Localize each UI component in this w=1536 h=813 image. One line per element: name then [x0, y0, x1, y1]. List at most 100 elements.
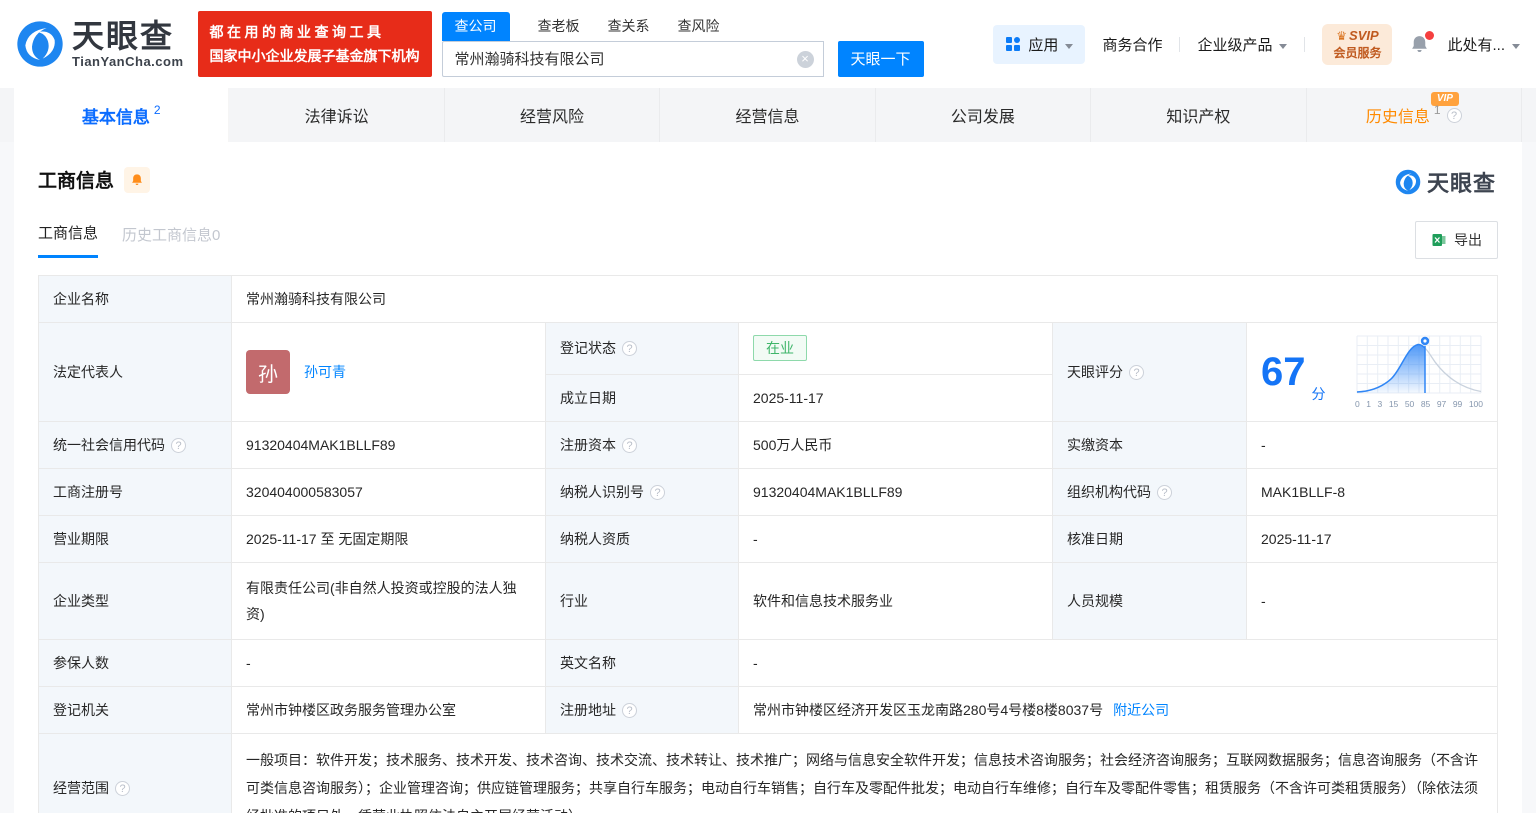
field-label: 企业名称 — [38, 275, 232, 323]
apps-label: 应用 — [1028, 34, 1073, 55]
help-icon[interactable] — [1446, 107, 1462, 123]
search-tab-risk[interactable]: 查风险 — [678, 12, 720, 41]
notification-dot — [1425, 30, 1435, 40]
field-label: 纳税人识别号 — [545, 468, 739, 516]
avatar[interactable]: 孙 — [246, 350, 290, 394]
apps-menu[interactable]: 应用 — [993, 24, 1086, 64]
nav-business-cooperation[interactable]: 商务合作 — [1102, 34, 1162, 55]
score-value: 67 — [1261, 350, 1306, 394]
brand-name: 天眼查 — [72, 17, 175, 54]
field-label-text: 天眼评分 — [1067, 364, 1123, 380]
nearby-companies-link[interactable]: 附近公司 — [1113, 702, 1169, 718]
subtab-history-business-info[interactable]: 历史工商信息0 — [122, 224, 220, 257]
tab-company-development[interactable]: 公司发展 — [876, 88, 1092, 142]
site-header: 天眼查 TianYanCha.com 都在用的商业查询工具 国家中小企业发展子基… — [0, 0, 1536, 88]
nav-enterprise-products[interactable]: 企业级产品 — [1197, 34, 1287, 55]
reg-authority-value: 常州市钟楼区政务服务管理办公室 — [231, 686, 546, 734]
company-type-value: 有限责任公司(非自然人投资或控股的法人独资) — [231, 562, 546, 640]
field-label-text: 纳税人识别号 — [560, 484, 644, 500]
promo-banner: 都在用的商业查询工具 国家中小企业发展子基金旗下机构 — [197, 11, 432, 77]
help-icon[interactable] — [650, 485, 665, 500]
field-label: 人员规模 — [1052, 562, 1247, 640]
field-label: 注册资本 — [545, 421, 739, 469]
field-label: 工商注册号 — [38, 468, 232, 516]
clear-icon[interactable] — [796, 50, 814, 68]
search-tab-boss[interactable]: 查老板 — [538, 12, 580, 41]
company-section-tabs: 基本信息 2 法律诉讼 经营风险 经营信息 公司发展 知识产权 VIP 历史信息 1 — [0, 88, 1536, 142]
tab-label: 基本信息 — [81, 107, 150, 127]
export-button[interactable]: 导出 — [1415, 221, 1498, 259]
reg-status-cell: 在业 — [738, 322, 1053, 375]
apps-grid-icon — [1006, 37, 1021, 51]
field-label: 企业类型 — [38, 562, 232, 640]
subtab-count: 0 — [212, 226, 221, 244]
tab-basic-info[interactable]: 基本信息 2 — [14, 88, 230, 142]
tab-intellectual-property[interactable]: 知识产权 — [1091, 88, 1307, 142]
subtab-business-info[interactable]: 工商信息 — [38, 222, 99, 258]
industry-value: 软件和信息技术服务业 — [738, 562, 1053, 640]
help-icon[interactable] — [1129, 365, 1144, 380]
help-icon[interactable] — [1157, 485, 1172, 500]
tianyancha-swirl-icon — [17, 21, 63, 67]
business-scope-value: 一般项目：软件开发；技术服务、技术开发、技术咨询、技术交流、技术转让、技术推广；… — [230, 733, 1499, 813]
search-input[interactable] — [441, 40, 824, 77]
search-button[interactable]: 天眼一下 — [837, 40, 924, 77]
field-label-text: 统一社会信用代码 — [53, 437, 165, 453]
search-tab-relation[interactable]: 查关系 — [608, 12, 650, 41]
score-cell: 67 分 0 1 3 15 50 85 97 99 100 — [1245, 322, 1499, 422]
legal-rep-link[interactable]: 孙可青 — [304, 362, 346, 382]
tianyancha-logo[interactable]: 天眼查 TianYanCha.com — [16, 20, 184, 69]
brand-domain: TianYanCha.com — [72, 53, 184, 69]
field-label: 法定代表人 — [38, 322, 232, 422]
divider — [1304, 36, 1306, 52]
approval-date-value: 2025-11-17 — [1245, 515, 1499, 563]
field-label: 统一社会信用代码 — [38, 421, 232, 469]
user-menu[interactable]: 此处有... — [1447, 34, 1520, 55]
help-icon[interactable] — [622, 341, 637, 357]
status-badge: 在业 — [753, 335, 807, 362]
search-block: 查公司 查老板 查关系 查风险 天眼一下 — [441, 11, 924, 77]
field-label: 营业期限 — [38, 515, 232, 563]
divider — [1179, 36, 1181, 52]
field-label-text: 组织机构代码 — [1067, 484, 1151, 500]
field-label: 英文名称 — [545, 639, 739, 687]
insured-count-value: - — [231, 639, 546, 687]
search-tabs: 查公司 查老板 查关系 查风险 — [441, 11, 924, 41]
field-label: 天眼评分 — [1052, 322, 1247, 422]
paid-capital-value: - — [1245, 421, 1499, 469]
field-label: 组织机构代码 — [1052, 468, 1247, 516]
score-unit: 分 — [1311, 386, 1326, 402]
tianyancha-watermark: 天眼查 — [1395, 166, 1496, 198]
field-label: 登记状态 — [545, 322, 739, 375]
org-code-value: MAK1BLLF-8 — [1245, 468, 1499, 516]
notifications-bell[interactable] — [1409, 30, 1435, 55]
field-label: 登记机关 — [38, 686, 232, 734]
score-distribution-chart: 0 1 3 15 50 85 97 99 100 — [1355, 335, 1483, 409]
tab-label: 法律诉讼 — [304, 109, 369, 126]
tab-legal-litigation[interactable]: 法律诉讼 — [229, 88, 445, 142]
taxpayer-id-value: 91320404MAK1BLLF89 — [738, 468, 1053, 516]
promo-line-1: 都在用的商业查询工具 — [209, 24, 385, 40]
help-icon[interactable] — [622, 703, 637, 718]
tab-operation-risk[interactable]: 经营风险 — [445, 88, 661, 142]
subscribe-bell-icon[interactable] — [124, 166, 151, 193]
subtab-label: 历史工商信息 — [122, 226, 213, 244]
tab-label: 公司发展 — [950, 109, 1015, 126]
tab-label: 知识产权 — [1166, 109, 1231, 126]
tab-label: 历史信息 — [1365, 109, 1430, 126]
search-tab-company[interactable]: 查公司 — [441, 11, 510, 41]
score-axis-labels: 0 1 3 15 50 85 97 99 100 — [1355, 399, 1483, 409]
section-title: 工商信息 — [38, 171, 115, 192]
help-icon[interactable] — [622, 438, 637, 453]
watermark-text: 天眼查 — [1426, 171, 1496, 196]
tab-history-info[interactable]: VIP 历史信息 1 — [1307, 88, 1522, 142]
tab-operation-info[interactable]: 经营信息 — [660, 88, 876, 142]
field-label: 参保人数 — [38, 639, 232, 687]
help-icon[interactable] — [115, 781, 130, 796]
tianyancha-swirl-icon — [1395, 169, 1421, 195]
reg-capital-value: 500万人民币 — [738, 421, 1053, 469]
svip-member-badge[interactable]: ♛ SVIP 会员服务 — [1322, 23, 1393, 65]
field-label: 成立日期 — [545, 373, 739, 423]
help-icon[interactable] — [171, 438, 186, 453]
business-term-value: 2025-11-17 至 无固定期限 — [231, 515, 546, 563]
